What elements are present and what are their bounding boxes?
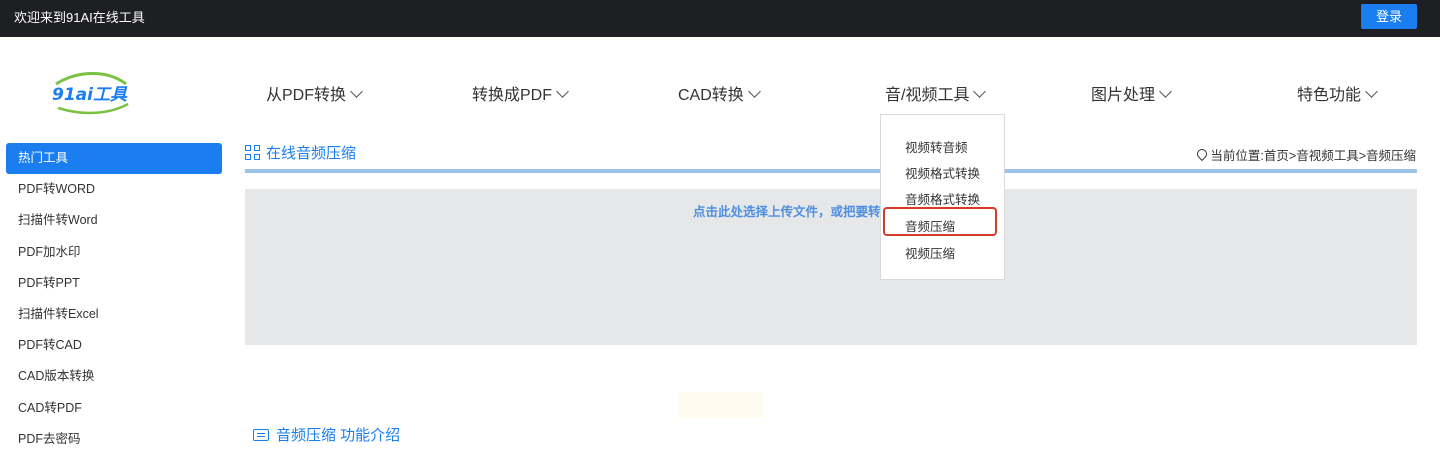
upload-hint: 点击此处选择上传文件，或把要转: [693, 205, 881, 219]
upload-dropzone[interactable]: 点击此处选择上传文件，或把要转: [245, 189, 1417, 345]
audio-video-dropdown: 视频转音频 视频格式转换 音频格式转换 音频压缩 视频压缩: [880, 114, 1005, 280]
welcome-text: 欢迎来到91AI在线工具: [14, 10, 145, 25]
intro-title: 音频压缩 功能介绍: [253, 424, 400, 445]
sidebar-item-scan-to-word[interactable]: 扫描件转Word: [6, 205, 222, 236]
breadcrumb: 当前位置:首页>音视频工具>音频压缩: [1195, 145, 1416, 164]
grid-icon: [245, 145, 260, 160]
chevron-down-icon: [973, 85, 987, 98]
chevron-down-icon: [747, 85, 761, 98]
faint-placeholder: [679, 392, 763, 418]
sidebar-item-pdf-remove-password[interactable]: PDF去密码: [6, 424, 222, 454]
top-bar: 欢迎来到91AI在线工具 登录: [0, 0, 1440, 37]
nav-features[interactable]: 特色功能: [1297, 81, 1378, 105]
nav-to-pdf[interactable]: 转换成PDF: [472, 81, 569, 105]
section-divider: [245, 169, 1417, 173]
dropdown-item-video-format[interactable]: 视频格式转换: [905, 163, 980, 182]
dropdown-item-video-compress[interactable]: 视频压缩: [905, 243, 955, 262]
logo-text: 91ai工具: [52, 85, 128, 105]
section-title: 在线音频压缩: [245, 142, 356, 163]
sidebar: 热门工具 PDF转WORD 扫描件转Word PDF加水印 PDF转PPT 扫描…: [6, 143, 222, 454]
sidebar-item-pdf-to-word[interactable]: PDF转WORD: [6, 174, 222, 205]
site-logo[interactable]: 91ai工具: [48, 66, 132, 118]
sidebar-item-pdf-watermark[interactable]: PDF加水印: [6, 237, 222, 268]
sidebar-item-cad-to-pdf[interactable]: CAD转PDF: [6, 393, 222, 424]
sidebar-item-cad-version[interactable]: CAD版本转换: [6, 361, 222, 392]
document-icon: [253, 429, 269, 441]
chevron-down-icon: [1159, 85, 1172, 98]
sidebar-item-pdf-to-ppt[interactable]: PDF转PPT: [6, 268, 222, 299]
logo-underline-icon: [57, 102, 129, 115]
chevron-down-icon: [1365, 85, 1378, 98]
sidebar-item-pdf-to-cad[interactable]: PDF转CAD: [6, 330, 222, 361]
sidebar-item-hot-tools[interactable]: 热门工具: [6, 143, 222, 175]
sidebar-item-scan-to-excel[interactable]: 扫描件转Excel: [6, 299, 222, 330]
chevron-down-icon: [556, 85, 569, 98]
dropdown-item-audio-compress[interactable]: 音频压缩: [905, 216, 955, 235]
nav-audio-video[interactable]: 音/视频工具: [885, 81, 987, 105]
dropdown-item-audio-format[interactable]: 音频格式转换: [905, 189, 980, 208]
location-pin-icon: [1195, 146, 1210, 162]
chevron-down-icon: [350, 85, 363, 98]
dropdown-item-video-to-audio[interactable]: 视频转音频: [905, 137, 968, 156]
nav-image[interactable]: 图片处理: [1091, 81, 1172, 105]
login-button[interactable]: 登录: [1361, 4, 1417, 29]
logo-swoosh-icon: [55, 72, 127, 86]
nav-from-pdf[interactable]: 从PDF转换: [266, 81, 363, 105]
nav-cad[interactable]: CAD转换: [678, 81, 761, 105]
